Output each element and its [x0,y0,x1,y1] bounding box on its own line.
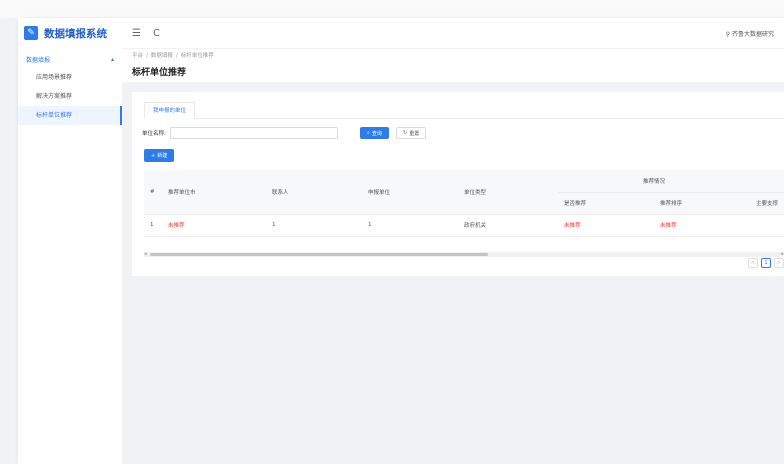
col-header-applicant: 申报单位 [362,170,458,215]
cell-order: 未推荐 [654,214,751,237]
tab-bar: 我申报的单位 [144,102,784,119]
search-button[interactable]: ⌕ 查询 [360,127,389,139]
unit-name-input[interactable] [169,127,338,139]
cell-is-recommended: 未推荐 [558,214,654,237]
chevron-up-icon: ▴ [110,55,114,63]
content-card: 我申报的单位 单位名称: ⌕ 查询 ↻ 重置 + 新建 # 推荐单位市 联系人 … [132,92,784,276]
col-header-city: 推荐单位市 [162,170,266,215]
horizontal-scrollbar[interactable]: ◂ ▸ [144,251,784,257]
col-header-blank [750,170,784,193]
sidebar-item-solution[interactable]: 解决方案推荐 [18,87,122,106]
menu-toggle-icon[interactable]: ☰ [132,28,141,39]
table-row[interactable]: 1 未推荐 1 1 政府机关 未推荐 未推荐 [144,214,784,237]
pagination: < 1 > [748,258,784,268]
main-area: ☰ C ⚲ 齐鲁大数据研究 平台 / 数据填报 / 标杆单位推荐 标杆单位推荐 我申报的… [122,18,784,464]
cell-contact: 1 [266,214,362,237]
col-header-is-recommended: 是否推荐 [558,192,654,215]
filter-row: 单位名称: [142,127,338,139]
sidebar: ✎ 数据填报系统 数据填报 ▴ 应用场景推荐 解决方案推荐 标杆单位推荐 [18,18,122,464]
reset-button[interactable]: ↻ 重置 [396,127,427,139]
top-header: ☰ C ⚲ 齐鲁大数据研究 [122,18,784,48]
col-header-order: 推荐排序 [654,192,751,215]
sidebar-group-label: 数据填报 [26,56,51,64]
user-label: 齐鲁大数据研究 [731,30,774,38]
add-button[interactable]: + 新建 [144,149,175,162]
refresh-icon[interactable]: C [153,28,160,39]
col-header-contact: 联系人 [266,170,362,215]
breadcrumb: 平台 / 数据填报 / 标杆单位推荐 [132,53,214,59]
sidebar-item-benchmark[interactable]: 标杆单位推荐 [18,106,122,125]
breadcrumb-item[interactable]: 平台 [132,53,143,59]
scroll-left-icon[interactable]: ◂ [144,251,147,257]
top-strip [0,0,784,18]
search-icon: ⌕ [367,130,370,136]
unit-name-label: 单位名称: [142,131,166,137]
user-menu[interactable]: ⚲ 齐鲁大数据研究 [726,29,774,38]
breadcrumb-item[interactable]: 数据填报 [151,53,173,59]
sidebar-group-data-fill[interactable]: 数据填报 ▴ [18,50,122,68]
col-header-unit-type: 单位类型 [458,170,558,215]
cell-index: 1 [144,214,162,237]
cell-support [750,214,784,237]
cell-unit-type: 政府机关 [458,214,558,237]
app-window: ✎ 数据填报系统 数据填报 ▴ 应用场景推荐 解决方案推荐 标杆单位推荐 ☰ C… [18,18,784,464]
prev-page-button[interactable]: < [748,258,758,268]
cell-applicant: 1 [362,214,458,237]
data-table: # 推荐单位市 联系人 申报单位 单位类型 推荐情况 是否推荐 推荐排序 主要支… [144,170,784,258]
page-header: 平台 / 数据填报 / 标杆单位推荐 标杆单位推荐 [122,48,784,82]
clipboard-edit-icon: ✎ [24,26,38,40]
col-header-index: # [144,170,162,215]
plus-icon: + [151,152,156,159]
col-header-group: 推荐情况 [558,170,751,193]
next-page-button[interactable]: > [774,258,784,268]
breadcrumb-item: 标杆单位推荐 [180,53,214,59]
scroll-thumb[interactable] [150,253,488,256]
page-1-button[interactable]: 1 [761,258,771,268]
reset-icon: ↻ [403,130,408,136]
page-title: 标杆单位推荐 [132,68,187,78]
tab-my-units[interactable]: 我申报的单位 [144,102,196,119]
sidebar-item-scenario[interactable]: 应用场景推荐 [18,68,122,87]
cell-city: 未推荐 [162,214,266,237]
app-title: 数据填报系统 [44,27,107,40]
logo[interactable]: ✎ 数据填报系统 [18,18,122,48]
col-header-support: 主要支撑 [750,192,784,215]
